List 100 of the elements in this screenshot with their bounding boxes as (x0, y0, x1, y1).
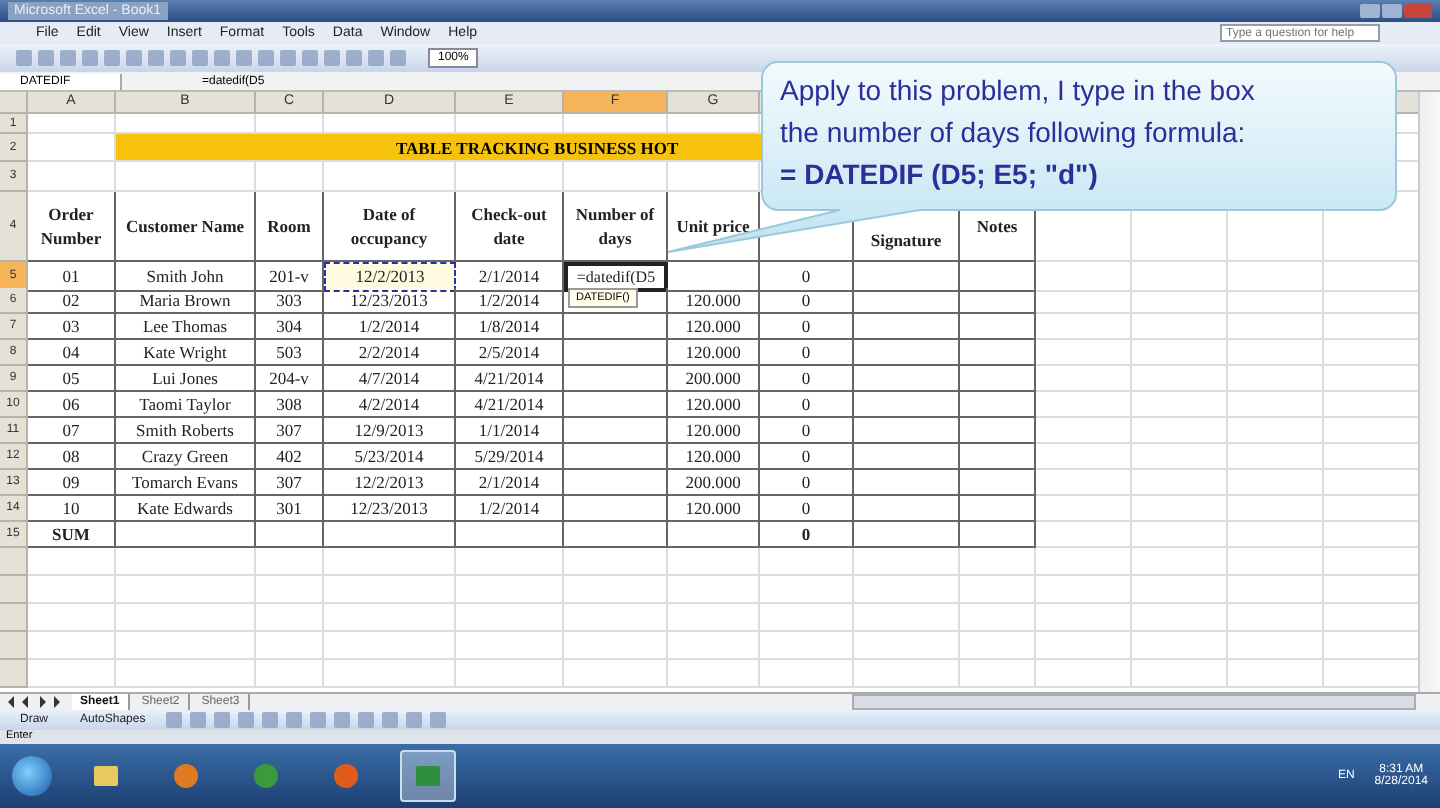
empty-cell (960, 632, 1036, 660)
table-cell (854, 418, 960, 444)
table-cell: 120.000 (668, 418, 760, 444)
empty-cell (1036, 522, 1132, 548)
empty-cell (1228, 660, 1324, 688)
table-cell (564, 522, 668, 548)
table-cell: 1/1/2014 (456, 418, 564, 444)
row-header[interactable] (0, 660, 28, 688)
empty-cell (1036, 660, 1132, 688)
start-button[interactable] (12, 756, 52, 796)
empty-cell (1036, 470, 1132, 496)
table-cell: 307 (256, 418, 324, 444)
round-app-icon (332, 762, 360, 790)
table-cell: 2/5/2014 (456, 340, 564, 366)
empty-cell (324, 604, 456, 632)
empty-cell (456, 660, 564, 688)
empty-cell (1228, 576, 1324, 604)
empty-cell (1228, 418, 1324, 444)
empty-cell (256, 548, 324, 576)
table-cell: Taomi Taylor (116, 392, 256, 418)
table-cell: 0 (760, 392, 854, 418)
table-cell (854, 444, 960, 470)
empty-cell (324, 660, 456, 688)
empty-cell (760, 548, 854, 576)
minimize-icon[interactable] (1360, 4, 1380, 18)
table-cell: Smith Roberts (116, 418, 256, 444)
row-header[interactable] (0, 576, 28, 604)
column-heading: Check-out date (456, 192, 564, 262)
empty-cell (1132, 366, 1228, 392)
table-cell (960, 288, 1036, 314)
empty-cell (760, 604, 854, 632)
table-cell (256, 522, 324, 548)
table-cell (854, 262, 960, 292)
vertical-scrollbar[interactable] (1418, 92, 1440, 692)
empty-cell (1132, 496, 1228, 522)
table-cell: 03 (28, 314, 116, 340)
table-cell: 120.000 (668, 288, 760, 314)
column-heading: Room (256, 192, 324, 262)
table-cell: 200.000 (668, 470, 760, 496)
callout-text: Apply to this problem, I type in the box (780, 72, 1257, 110)
empty-cell (116, 604, 256, 632)
row-header[interactable] (0, 604, 28, 632)
table-cell: 5/23/2014 (324, 444, 456, 470)
empty-cell (1228, 548, 1324, 576)
empty-cell (1036, 632, 1132, 660)
table-cell: 12/23/2013 (324, 496, 456, 522)
maximize-icon[interactable] (1382, 4, 1402, 18)
empty-cell (1228, 366, 1324, 392)
table-cell: Maria Brown (116, 288, 256, 314)
table-cell: 0 (760, 496, 854, 522)
horizontal-scrollbar[interactable] (852, 694, 1416, 710)
empty-cell (1132, 288, 1228, 314)
table-cell: 120.000 (668, 340, 760, 366)
table-cell: 2/2/2014 (324, 340, 456, 366)
empty-cell (1228, 522, 1324, 548)
empty-cell (1228, 340, 1324, 366)
table-cell (960, 522, 1036, 548)
empty-cell (1132, 604, 1228, 632)
table-cell (854, 314, 960, 340)
close-icon[interactable] (1404, 4, 1432, 18)
row-header[interactable] (0, 632, 28, 660)
table-cell: 08 (28, 444, 116, 470)
table-cell: 1/8/2014 (456, 314, 564, 340)
table-cell: 06 (28, 392, 116, 418)
empty-cell (324, 632, 456, 660)
column-heading: Customer Name (116, 192, 256, 262)
empty-cell (1132, 314, 1228, 340)
empty-cell (760, 660, 854, 688)
empty-cell (1132, 470, 1228, 496)
table-cell (960, 262, 1036, 292)
empty-cell (1132, 576, 1228, 604)
empty-cell (1228, 262, 1324, 292)
table-cell: 5/29/2014 (456, 444, 564, 470)
table-cell (324, 522, 456, 548)
table-cell: 2/1/2014 (456, 262, 564, 292)
callout-text: the number of days following formula: (780, 114, 1248, 152)
empty-cell (1132, 392, 1228, 418)
table-cell: 12/2/2013 (324, 470, 456, 496)
taskbar-app[interactable] (400, 750, 456, 802)
table-cell: 204-v (256, 366, 324, 392)
table-cell (854, 340, 960, 366)
empty-cell (256, 604, 324, 632)
table-cell (854, 496, 960, 522)
table-cell: 0 (760, 314, 854, 340)
table-cell (854, 366, 960, 392)
empty-cell (456, 576, 564, 604)
row-header[interactable] (0, 548, 28, 576)
round-app-icon (252, 762, 280, 790)
empty-cell (960, 604, 1036, 632)
empty-cell (854, 576, 960, 604)
table-cell: Kate Edwards (116, 496, 256, 522)
table-cell: 4/7/2014 (324, 366, 456, 392)
table-cell (854, 392, 960, 418)
empty-cell (668, 660, 760, 688)
empty-cell (854, 548, 960, 576)
table-cell: Tomarch Evans (116, 470, 256, 496)
select-all-corner[interactable] (0, 92, 28, 114)
table-cell (456, 522, 564, 548)
empty-cell (1132, 632, 1228, 660)
empty-cell (456, 548, 564, 576)
